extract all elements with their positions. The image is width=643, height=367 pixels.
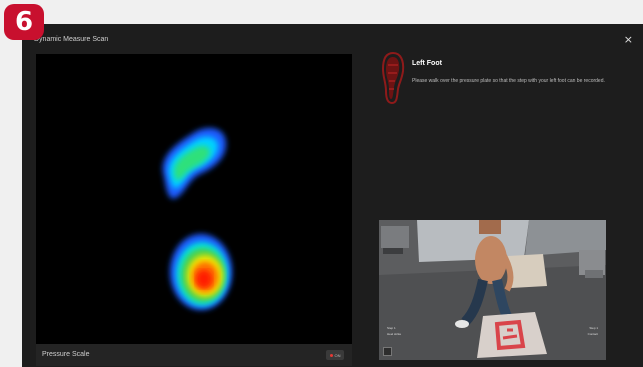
camera-right-sublabel: Contact [587,332,598,336]
step-number-badge: 6 [4,4,44,40]
pressure-heatmap-image [162,128,232,310]
window-title: Dynamic Measure Scan [34,36,109,43]
dynamic-measure-window: Dynamic Measure Scan × Pressure Scale ON… [22,24,643,367]
pressure-scale-label: Pressure Scale [42,351,90,358]
instruction-title: Left Foot [412,60,442,67]
window-titlebar: Dynamic Measure Scan × [22,24,643,52]
camera-left-label: Step 1 [387,326,396,330]
pressure-scale-toggle[interactable]: ON [326,350,344,360]
toggle-indicator-icon [329,353,333,357]
heel-pressure-blob [170,234,232,310]
pressure-scale-bar: Pressure Scale ON [36,344,352,366]
left-foot-icon [381,51,405,110]
forefoot-pressure-blob [162,128,226,199]
camera-left-sublabel: Heel strike [387,332,402,336]
instruction-text: Please walk over the pressure plate so t… [412,78,605,84]
camera-right-label: Step 1 [589,326,598,330]
close-icon[interactable]: × [624,33,633,46]
toggle-state-label: ON [334,352,341,358]
camera-feed-image [379,220,606,360]
camera-expand-button[interactable] [383,347,392,356]
camera-feed-panel: Step 1 Heel strike Step 1 Contact [379,220,606,360]
pressure-heatmap-panel [36,54,352,366]
